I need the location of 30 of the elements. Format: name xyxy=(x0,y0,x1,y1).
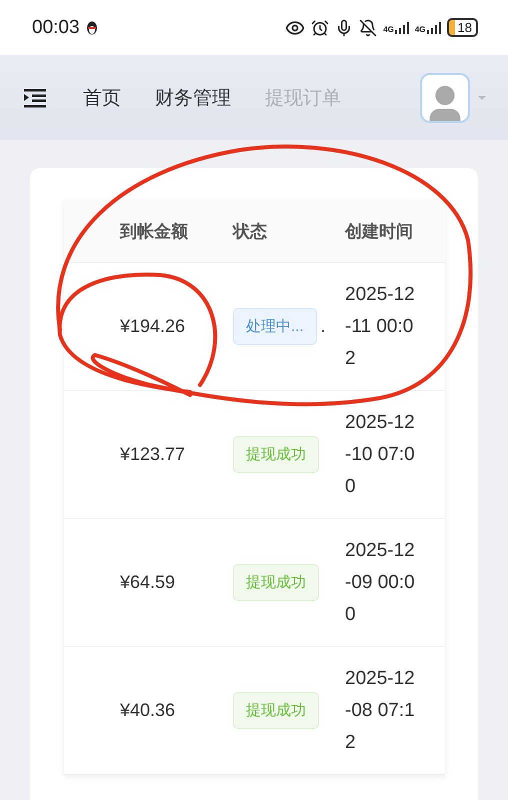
signal-icon xyxy=(426,22,441,34)
created-time-cell-text: 2025-12-11 00:02 xyxy=(345,282,416,370)
alarm-icon xyxy=(311,18,330,36)
network-label: 4G xyxy=(414,26,426,34)
column-header: 状态 xyxy=(233,220,268,242)
status-tag: 处理中... xyxy=(233,308,317,345)
network-label: 4G xyxy=(383,26,394,34)
amount-cell-text: ¥194.26 xyxy=(119,316,186,337)
created-time-cell-text: 2025-12-08 07:12 xyxy=(345,666,416,754)
penguin-icon xyxy=(86,20,98,34)
signal-icon xyxy=(394,22,409,34)
breadcrumb-link[interactable]: 首页 xyxy=(83,84,121,110)
status-tag: 提现成功 xyxy=(233,692,319,729)
created-time-cell-text: 2025-12-09 00:00 xyxy=(345,538,416,626)
column-header: 创建时间 xyxy=(345,220,414,242)
status-tag: 提现成功 xyxy=(233,436,319,473)
breadcrumb-link[interactable]: 财务管理 xyxy=(155,84,231,110)
amount-cell-text: ¥64.59 xyxy=(119,572,176,593)
column-header: 到帐金额 xyxy=(118,220,189,242)
overflow-dot: . xyxy=(320,316,326,337)
amount-cell-text: ¥123.77 xyxy=(119,444,186,465)
status-tag: 提现成功 xyxy=(233,564,319,601)
clock-time: 00:03 xyxy=(32,16,80,38)
created-time-cell-text: 2025-12-10 07:00 xyxy=(345,410,416,498)
battery-level: 18 xyxy=(446,18,478,37)
caret-icon[interactable] xyxy=(478,96,486,100)
bell-off-icon xyxy=(359,18,378,36)
avatar-icon[interactable] xyxy=(420,72,470,122)
menu-icon[interactable] xyxy=(24,88,46,108)
amount-cell-text: ¥40.36 xyxy=(119,700,176,721)
